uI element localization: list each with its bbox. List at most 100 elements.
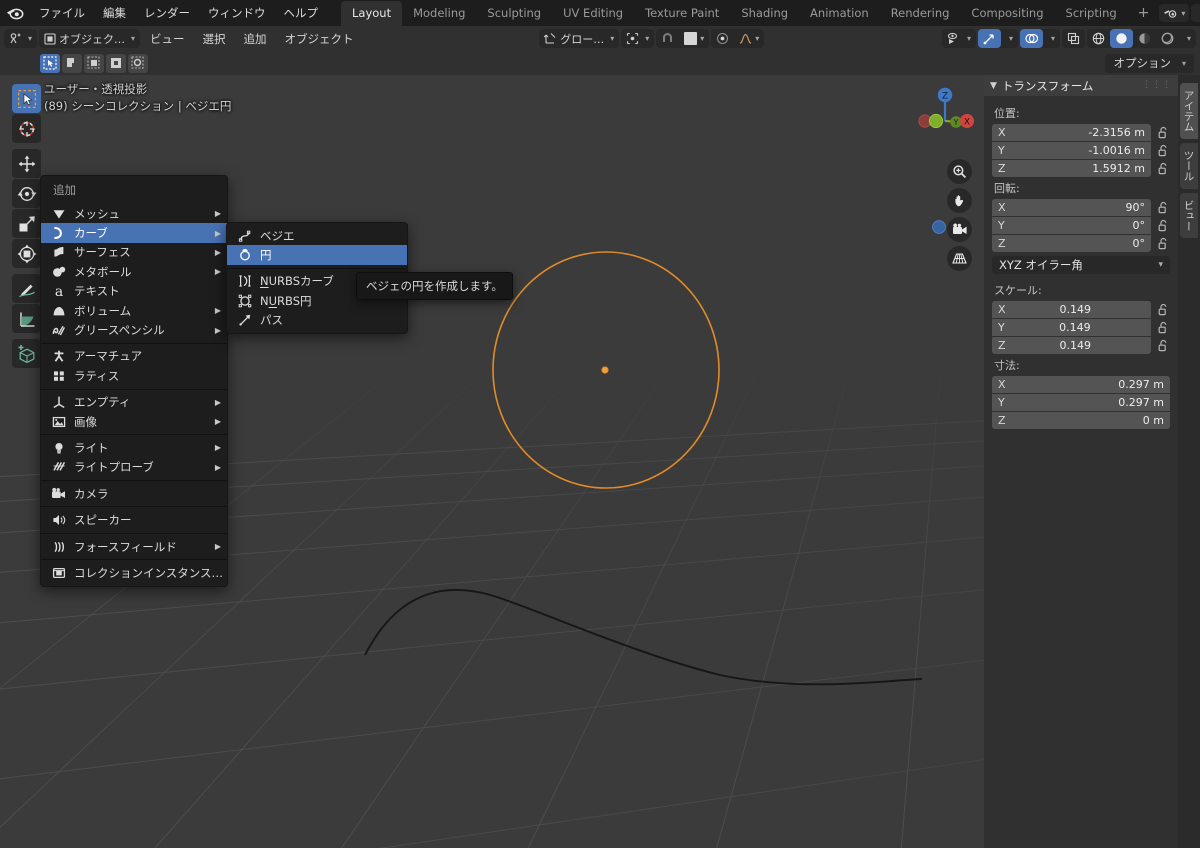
add-menu-item-lattice[interactable]: ラティス [41,366,227,385]
menu-help[interactable]: ヘルプ [275,2,328,24]
shading-solid-button[interactable] [1109,29,1133,48]
unlocked-icon[interactable] [1156,339,1170,353]
interaction-mode-selector[interactable]: オブジェク… ▾ [39,29,141,48]
tab-modeling[interactable]: Modeling [402,1,476,26]
options-dropdown-button[interactable]: オプション ▾ [1105,53,1194,73]
unlocked-icon[interactable] [1156,303,1170,317]
scale-z-field[interactable]: Z 0.149 [992,337,1151,354]
location-z-field[interactable]: Z 1.5912 m [992,160,1151,177]
unlocked-icon[interactable] [1156,162,1170,176]
dimension-x-field[interactable]: X 0.297 m [992,376,1170,393]
unlocked-icon[interactable] [1156,144,1170,158]
shading-wireframe-button[interactable] [1087,29,1110,48]
scene-selector[interactable]: ▾ [1159,4,1190,22]
viewport-menu-select[interactable]: 選択 [195,29,234,49]
add-menu-item-curve[interactable]: カーブ ▶ [41,223,227,243]
shading-material-preview-button[interactable] [1133,29,1156,48]
add-menu-item-camera[interactable]: カメラ [41,484,227,503]
lasso-select-button[interactable] [106,53,126,73]
add-menu-item-image[interactable]: 画像 ▶ [41,412,227,431]
tab-animation[interactable]: Animation [799,1,880,26]
navigation-gizmo[interactable]: Y X Z [912,83,978,149]
transform-orientation-selector[interactable]: グロー… ▾ [539,29,620,48]
proportional-edit-toggle[interactable] [711,29,734,48]
overlays-toggle-button[interactable] [1019,29,1043,48]
rotation-y-field[interactable]: Y 0° [992,217,1151,234]
add-menu-item-armature[interactable]: アーマチュア [41,347,227,366]
box-select-button[interactable] [62,53,82,73]
gizmo-toggle-button[interactable] [977,29,1001,48]
scale-x-field[interactable]: X 0.149 [992,301,1151,318]
menu-window[interactable]: ウィンドウ [199,2,275,24]
xray-toggle-button[interactable] [1061,29,1085,48]
unlocked-icon[interactable] [1156,237,1170,251]
sidebar-tab-tool[interactable]: ツール [1180,143,1198,189]
add-menu-item-empty[interactable]: エンプティ ▶ [41,393,227,412]
circle-select-button[interactable] [84,53,104,73]
shading-options-dropdown[interactable]: ▾ [1179,29,1196,48]
add-menu-item-surface[interactable]: サーフェス ▶ [41,243,227,262]
tab-compositing[interactable]: Compositing [960,1,1054,26]
add-menu-item-text[interactable]: a テキスト [41,282,227,301]
add-menu-item-light-probe[interactable]: ライトプローブ ▶ [41,458,227,477]
tab-sculpting[interactable]: Sculpting [476,1,552,26]
viewport-menu-view[interactable]: ビュー [142,29,193,49]
pivot-point-selector[interactable]: ▾ [621,29,655,48]
add-object-menu[interactable]: 追加 メッシュ ▶ カーブ ▶ サーフェス ▶ メタボール ▶ a テキスト ボ… [40,175,228,587]
submenu-item-path[interactable]: パス [227,311,407,330]
add-menu-item-collection-instance[interactable]: コレクションインスタンス… [41,563,227,582]
snap-target-selector[interactable]: ▾ [679,29,709,48]
add-menu-item-mesh[interactable]: メッシュ ▶ [41,204,227,223]
tool-transform[interactable] [12,239,41,268]
drag-grip-icon[interactable]: ⋮⋮⋮ [1142,81,1172,90]
camera-view-icon[interactable] [947,217,972,242]
unlocked-icon[interactable] [1156,219,1170,233]
transform-panel-header[interactable]: ▼ トランスフォーム ⋮⋮⋮ [984,75,1178,96]
tool-measure[interactable] [12,304,41,333]
menu-edit[interactable]: 編集 [94,2,135,24]
perspective-toggle-icon[interactable] [947,246,972,271]
scale-y-field[interactable]: Y 0.149 [992,319,1151,336]
location-y-field[interactable]: Y -1.0016 m [992,142,1151,159]
tool-add-cube[interactable] [12,339,41,368]
overlays-options-dropdown[interactable]: ▾ [1043,29,1060,48]
scene-name-field[interactable]: Scene [1191,4,1200,22]
dimension-z-field[interactable]: Z 0 m [992,412,1170,429]
gizmo-minus-z-ball[interactable] [931,219,947,235]
tab-scripting[interactable]: Scripting [1055,1,1128,26]
tool-rotate[interactable] [12,179,41,208]
add-menu-item-speaker[interactable]: スピーカー [41,510,227,529]
tool-tweak[interactable] [12,84,41,113]
tweak-select-button[interactable] [40,53,60,73]
object-visibility-selector[interactable]: ▾ [941,29,976,48]
pan-hand-icon[interactable] [947,188,972,213]
tab-texture-paint[interactable]: Texture Paint [634,1,730,26]
blender-logo-icon[interactable] [6,3,24,23]
submenu-item-circle[interactable]: 円 [227,245,407,265]
sidebar-tab-item[interactable]: アイテム [1180,83,1198,139]
editor-type-selector[interactable]: ▾ [4,29,38,48]
tool-annotate[interactable] [12,274,41,303]
add-menu-item-volume[interactable]: ボリューム ▶ [41,301,227,320]
tab-shading[interactable]: Shading [730,1,799,26]
add-menu-item-metaball[interactable]: メタボール ▶ [41,262,227,281]
rotation-x-field[interactable]: X 90° [992,199,1151,216]
tab-rendering[interactable]: Rendering [880,1,961,26]
menu-file[interactable]: ファイル [30,2,94,24]
tool-cursor[interactable] [12,114,41,143]
add-menu-item-grease-pencil[interactable]: グリースペンシル ▶ [41,320,227,339]
submenu-item-bezier[interactable]: ベジエ [227,226,407,245]
tab-layout[interactable]: Layout [341,0,403,26]
tool-move[interactable] [12,149,41,178]
tool-scale[interactable] [12,209,41,238]
viewport-menu-add[interactable]: 追加 [236,29,275,49]
viewport-menu-object[interactable]: オブジェクト [277,29,362,49]
unlocked-icon[interactable] [1156,201,1170,215]
zoom-icon[interactable] [947,159,972,184]
add-menu-item-light[interactable]: ライト ▶ [41,438,227,457]
proportional-falloff-selector[interactable]: ▾ [734,29,764,48]
lasso-select-button-2[interactable] [128,53,148,73]
menu-render[interactable]: レンダー [135,2,199,24]
unlocked-icon[interactable] [1156,126,1170,140]
add-menu-item-force-field[interactable]: フォースフィールド ▶ [41,537,227,556]
